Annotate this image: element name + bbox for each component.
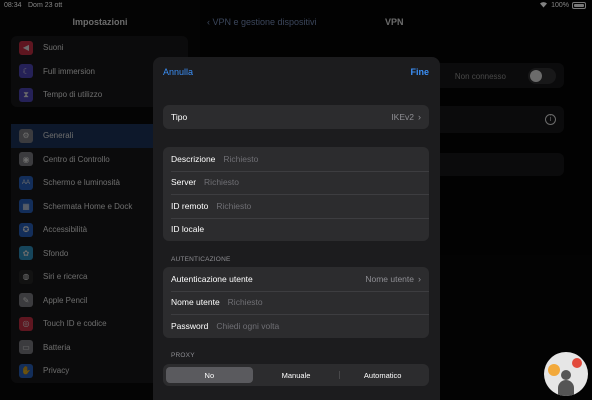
gear-icon: ⚙ (19, 128, 33, 143)
battery-icon: ▭ (19, 340, 33, 355)
proxy-section-header: PROXY (171, 352, 195, 359)
fingerprint-icon: ◎ (19, 316, 33, 331)
field-row-server[interactable]: Server Richiesto (163, 170, 429, 195)
proxy-segmented-control: No Manuale Automatico (163, 364, 429, 386)
sidebar-item-label: Schermata Home e Dock (43, 201, 133, 211)
type-row[interactable]: Tipo IKEv2 › (163, 105, 429, 129)
type-value: IKEv2 (391, 111, 414, 122)
password-label: Password (171, 320, 209, 331)
username-field[interactable]: Richiesto (228, 297, 263, 307)
accessibility-icon: ✪ (19, 222, 33, 237)
password-row[interactable]: Password Chiedi ogni volta (163, 314, 429, 338)
wallpaper-icon: ✿ (19, 246, 33, 261)
sidebar-item-label: Tempo di utilizzo (43, 90, 103, 100)
sidebar-title: Impostazioni (72, 17, 128, 27)
field-label: Server (171, 177, 197, 188)
watermark-logo (544, 352, 588, 396)
proxy-option-automatico[interactable]: Automatico (339, 367, 426, 383)
auth-group: Autenticazione utente Nome utente › Nome… (163, 267, 429, 338)
auth-section-header: AUTENTICAZIONE (171, 256, 231, 263)
done-button[interactable]: Fine (410, 67, 429, 77)
chevron-right-icon: › (418, 273, 421, 284)
cancel-button[interactable]: Annulla (163, 67, 193, 77)
username-row[interactable]: Nome utente Richiesto (163, 290, 429, 315)
hourglass-icon: ⧗ (19, 87, 33, 102)
server-fields-group: Descrizione Richiesto Server Richiesto ID re… (163, 147, 429, 241)
hand-icon: ✋ (19, 363, 33, 378)
sidebar-item-label: Apple Pencil (43, 295, 88, 305)
auth-method-value: Nome utente (365, 273, 414, 284)
chevron-right-icon: › (418, 111, 421, 122)
sidebar-item-label: Batteria (43, 342, 71, 352)
vpn-status-label: Non connesso (454, 72, 506, 81)
display-icon: AA (19, 175, 33, 190)
sidebar-item-label: Schermo e luminosità (43, 178, 120, 188)
back-button[interactable]: ‹ VPN e gestione dispositivi (207, 17, 317, 27)
username-label: Nome utente (171, 297, 220, 308)
field-label: ID locale (171, 224, 205, 235)
field-label: ID remoto (171, 200, 209, 211)
field-row-id-locale[interactable]: ID locale (163, 217, 429, 242)
pencil-icon: ✎ (19, 293, 33, 308)
vpn-config-sheet: Annulla Fine Tipo IKEv2 › Descrizione Ric… (153, 57, 440, 400)
sidebar-item-label: Accessibilità (43, 225, 88, 235)
control-center-icon: ◉ (19, 152, 33, 167)
vpn-toggle[interactable] (528, 68, 556, 84)
sidebar-item-label: Suoni (43, 43, 64, 53)
auth-method-label: Autenticazione utente (171, 273, 253, 284)
sidebar-item-suoni[interactable]: ◀ Suoni (11, 36, 188, 60)
sidebar-item-label: Sfondo (43, 248, 69, 258)
sidebar-item-label: Touch ID e codice (43, 319, 107, 329)
field-row-descrizione[interactable]: Descrizione Richiesto (163, 147, 429, 171)
sidebar-item-label: Siri e ricerca (43, 272, 88, 282)
back-button-label: VPN e gestione dispositivi (212, 17, 317, 27)
password-field[interactable]: Chiedi ogni volta (216, 321, 279, 331)
server-input[interactable]: Richiesto (204, 177, 239, 187)
descrizione-input[interactable]: Richiesto (223, 154, 258, 164)
field-row-id-remoto[interactable]: ID remoto Richiesto (163, 194, 429, 218)
sidebar-item-label: Centro di Controllo (43, 154, 110, 164)
moon-icon: ☾ (19, 64, 33, 79)
home-dock-icon: ▦ (19, 199, 33, 214)
siri-icon: ◍ (19, 269, 33, 284)
auth-method-row[interactable]: Autenticazione utente Nome utente › (163, 267, 429, 291)
speaker-icon: ◀ (19, 40, 33, 55)
sidebar-item-label: Generali (43, 131, 74, 141)
type-label: Tipo (171, 111, 188, 122)
type-group: Tipo IKEv2 › (163, 105, 429, 129)
sidebar-item-label: Full immersion (43, 66, 96, 76)
info-icon[interactable]: i (545, 114, 556, 125)
proxy-option-manuale[interactable]: Manuale (253, 367, 340, 383)
sidebar-item-label: Privacy (43, 366, 70, 376)
id-remoto-input[interactable]: Richiesto (216, 201, 251, 211)
proxy-option-no[interactable]: No (166, 367, 253, 383)
detail-title: VPN (385, 17, 404, 27)
field-label: Descrizione (171, 153, 216, 164)
